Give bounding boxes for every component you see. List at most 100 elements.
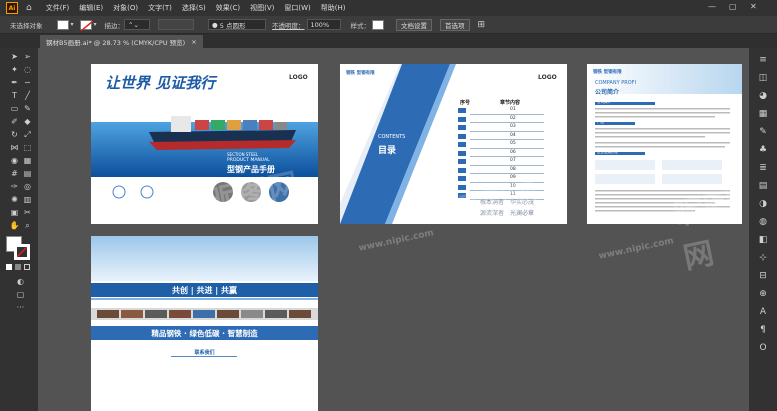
swatches-panel-icon[interactable]: ▦ — [757, 108, 769, 120]
artboard-company-profile[interactable]: 钢铁 型钢有限 COMPANY PROFI 公司简介 公司简介 产品 企业发展历… — [587, 64, 742, 224]
chevron-down-icon[interactable]: ▾ — [94, 21, 97, 28]
style-swatch[interactable] — [372, 19, 385, 30]
hand-tool-icon[interactable]: ✋ — [9, 220, 20, 231]
color-mode-icon[interactable] — [6, 264, 12, 270]
character-panel-icon[interactable]: A — [757, 306, 769, 318]
stroke-weight-field[interactable]: ⌃⌄ — [124, 19, 151, 30]
graphic-styles-panel-icon[interactable]: ◧ — [757, 234, 769, 246]
stroke-swatch[interactable] — [79, 19, 93, 31]
contents-row-marker — [458, 150, 466, 156]
opacity-label[interactable]: 不透明度： — [272, 20, 305, 30]
perspective-grid-icon[interactable]: ▦ — [22, 155, 33, 166]
stroke-color-box[interactable] — [14, 244, 30, 260]
menu-type[interactable]: 文字(T) — [148, 3, 172, 13]
curvature-tool-icon[interactable]: ∽ — [22, 77, 33, 88]
transparency-panel-icon[interactable]: ◑ — [757, 198, 769, 210]
contents-row-number: 01 — [510, 107, 516, 112]
mesh-tool-icon[interactable]: # — [9, 168, 20, 179]
pen-tool-icon[interactable]: ✒ — [9, 77, 20, 88]
profile-section-3: 企业发展历程 — [597, 150, 618, 154]
lasso-icon[interactable]: ◌ — [22, 64, 33, 75]
menu-effect[interactable]: 效果(C) — [216, 3, 240, 13]
chevron-down-icon[interactable]: ▾ — [71, 21, 74, 28]
back-slogan: 共创 | 共进 | 共赢 — [172, 286, 237, 295]
maximize-icon[interactable]: ▢ — [729, 2, 737, 11]
brush-select[interactable]: ● 5 点圆形 — [208, 19, 267, 30]
document-tab-title: 钢材B5画册.ai* @ 28.73 % (CMYK/CPU 预览) — [46, 38, 186, 47]
artboard-canvas[interactable]: 让世界 见证我行 LOGO SECTION STEEL PRODUCT MANU… — [38, 48, 749, 411]
slice-tool-icon[interactable]: ✂ — [22, 207, 33, 218]
home-icon[interactable]: ⌂ — [26, 3, 32, 13]
tools-panel: ➤ ➢ ✦ ◌ ✒ ∽ T ╱ ▭ ✎ ✐ ◆ ↻ ⤢ ⋈ ⬚ ◉ ▦ # ▤ … — [0, 48, 38, 411]
style-label: 样式： — [350, 21, 371, 30]
artboard-contents[interactable]: 钢铁 型钢有限 LOGO CONTENTS 目录 序号 章节内容 01 02 03 0… — [340, 64, 567, 224]
document-tab[interactable]: 钢材B5画册.ai* @ 28.73 % (CMYK/CPU 预览) × — [40, 35, 203, 48]
menu-view[interactable]: 视图(V) — [250, 3, 274, 13]
menu-help[interactable]: 帮助(H) — [321, 3, 346, 13]
gradient-panel-icon[interactable]: ▤ — [757, 180, 769, 192]
eraser-icon[interactable]: ◆ — [22, 116, 33, 127]
artboard-cover[interactable]: 让世界 见证我行 LOGO SECTION STEEL PRODUCT MANU… — [91, 64, 318, 224]
symbols-panel-icon[interactable]: ♣ — [757, 144, 769, 156]
shape-builder-icon[interactable]: ◉ — [9, 155, 20, 166]
width-tool-icon[interactable]: ⋈ — [9, 142, 20, 153]
rotate-tool-icon[interactable]: ↻ — [9, 129, 20, 140]
menu-select[interactable]: 选择(S) — [182, 3, 206, 13]
color-panel-icon[interactable]: ◕ — [757, 90, 769, 102]
gradient-mode-icon[interactable] — [15, 264, 21, 270]
stroke-panel-icon[interactable]: ≣ — [757, 162, 769, 174]
draw-mode-icon[interactable]: ◐ — [15, 276, 26, 287]
arrange-icon[interactable]: ⊞ — [478, 20, 486, 30]
direct-selection-tool-icon[interactable]: ➢ — [22, 51, 33, 62]
opacity-field[interactable]: 100% — [306, 19, 341, 30]
type-tool-icon[interactable]: T — [9, 90, 20, 101]
symbol-sprayer-icon[interactable]: ✺ — [9, 194, 20, 205]
panels-dock: ≡ ◫ ◕ ▦ ✎ ♣ ≣ ▤ ◑ ◍ ◧ ⊹ ⊟ ⊕ A ¶ O — [749, 48, 777, 411]
cover-logo: LOGO — [289, 74, 308, 81]
line-tool-icon[interactable]: ╱ — [22, 90, 33, 101]
properties-panel-icon[interactable]: ≡ — [757, 54, 769, 66]
fill-swatch[interactable] — [56, 19, 69, 30]
menu-object[interactable]: 对象(O) — [113, 3, 138, 13]
screen-mode-icon[interactable]: ▢ — [15, 289, 26, 300]
align-panel-icon[interactable]: ⊟ — [757, 270, 769, 282]
selection-tool-icon[interactable]: ➤ — [9, 51, 20, 62]
profile-title-en: COMPANY PROFI — [595, 80, 637, 86]
menu-window[interactable]: 窗口(W) — [284, 3, 310, 13]
cover-headline: 让世界 见证我行 — [105, 74, 216, 92]
paintbrush-icon[interactable]: ✎ — [22, 103, 33, 114]
zoom-tool-icon[interactable]: ⌕ — [22, 220, 33, 231]
eyedropper-icon[interactable]: ✑ — [9, 181, 20, 192]
blend-tool-icon[interactable]: ◎ — [22, 181, 33, 192]
watermark-url-2: www.nipic.com — [597, 236, 675, 262]
menu-file[interactable]: 文件(F) — [46, 3, 70, 13]
shaper-tool-icon[interactable]: ✐ — [9, 116, 20, 127]
contents-en: CONTENTS — [378, 134, 406, 140]
document-setup-button[interactable]: 文档设置 — [396, 18, 433, 31]
contents-row-line — [470, 122, 544, 123]
brushes-panel-icon[interactable]: ✎ — [757, 126, 769, 138]
transform-panel-icon[interactable]: ⊹ — [757, 252, 769, 264]
rectangle-tool-icon[interactable]: ▭ — [9, 103, 20, 114]
artboard-back-cover[interactable]: 共创 | 共进 | 共赢 精品钢铁 · 绿色低碳 · 智慧制造 联系我们 — [91, 236, 318, 411]
more-tools-icon[interactable]: ··· — [15, 302, 26, 313]
graph-tool-icon[interactable]: ▥ — [22, 194, 33, 205]
gradient-tool-icon[interactable]: ▤ — [22, 168, 33, 179]
layers-panel-icon[interactable]: ◫ — [757, 72, 769, 84]
opentype-panel-icon[interactable]: O — [757, 342, 769, 354]
close-tab-icon[interactable]: × — [191, 38, 196, 46]
scale-tool-icon[interactable]: ⤢ — [22, 129, 33, 140]
variable-width-profile[interactable] — [158, 19, 195, 30]
close-icon[interactable]: ✕ — [750, 2, 757, 11]
minimize-icon[interactable]: — — [708, 2, 716, 11]
none-mode-icon[interactable] — [24, 264, 30, 270]
free-transform-icon[interactable]: ⬚ — [22, 142, 33, 153]
preferences-button[interactable]: 首选项 — [440, 18, 470, 31]
appearance-panel-icon[interactable]: ◍ — [757, 216, 769, 228]
contents-row-number: 09 — [510, 175, 516, 180]
paragraph-panel-icon[interactable]: ¶ — [757, 324, 769, 336]
magic-wand-icon[interactable]: ✦ — [9, 64, 20, 75]
menu-edit[interactable]: 编辑(E) — [79, 3, 103, 13]
artboard-tool-icon[interactable]: ▣ — [9, 207, 20, 218]
pathfinder-panel-icon[interactable]: ⊕ — [757, 288, 769, 300]
